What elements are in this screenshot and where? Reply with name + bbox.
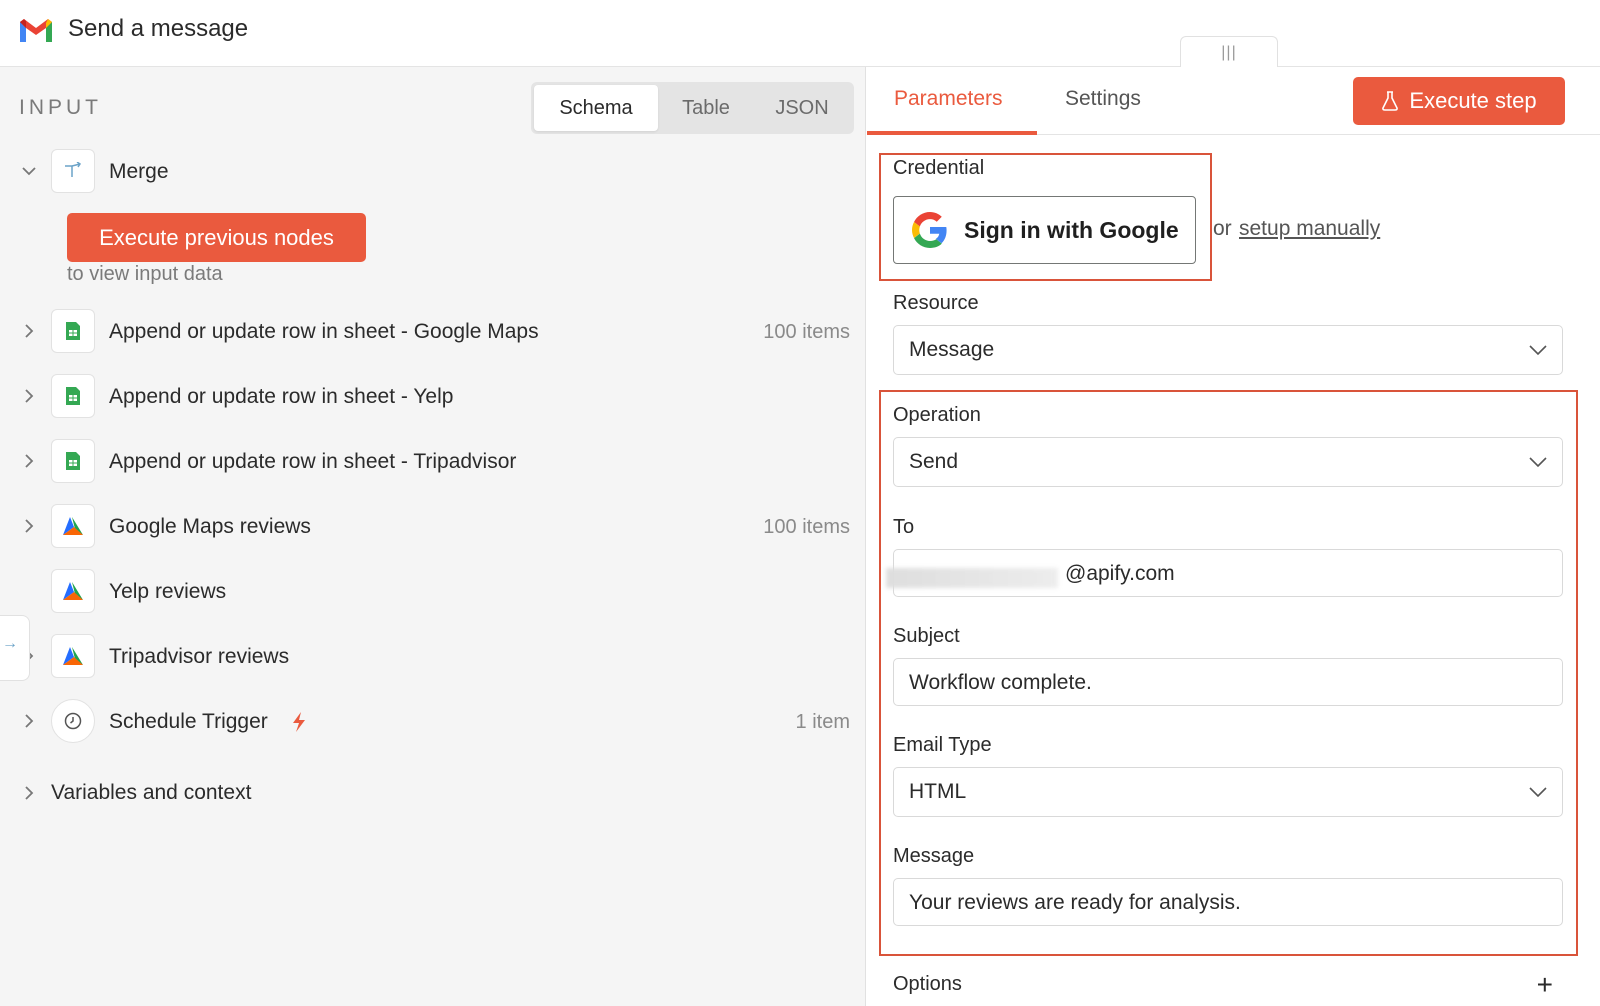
chevron-down-icon[interactable]	[18, 159, 40, 183]
lightning-icon	[293, 712, 305, 732]
node-label: Append or update row in sheet - Google M…	[109, 320, 539, 343]
chevron-right-icon[interactable]	[18, 514, 40, 538]
to-value: @apify.com	[1065, 562, 1175, 585]
operation-value: Send	[909, 450, 959, 473]
email-type-value: HTML	[909, 780, 967, 803]
execute-step-label: Execute step	[1409, 88, 1537, 113]
node-label: Merge	[109, 160, 169, 183]
credential-label: Credential	[893, 157, 985, 179]
to-input[interactable]: @apify.com	[886, 549, 1563, 597]
subject-label: Subject	[893, 625, 960, 647]
email-type-select[interactable]: HTML	[893, 767, 1563, 817]
node-label: Yelp reviews	[109, 580, 227, 603]
tab-parameters[interactable]: Parameters	[894, 87, 1003, 135]
resource-value: Message	[909, 338, 995, 361]
apify-icon	[51, 634, 95, 678]
add-option-icon[interactable]: +	[1537, 969, 1553, 1001]
node-label: Schedule Trigger	[109, 710, 268, 733]
node-row[interactable]: Google Maps reviews 100 items	[0, 504, 866, 550]
chevron-right-icon[interactable]	[18, 781, 40, 805]
node-label: Append or update row in sheet - Yelp	[109, 385, 454, 408]
clock-icon	[51, 699, 95, 743]
to-label: To	[893, 516, 915, 538]
view-option-json[interactable]: JSON	[754, 85, 850, 131]
node-row[interactable]: Yelp reviews	[0, 569, 866, 615]
sheets-icon	[51, 439, 95, 483]
google-icon	[912, 212, 947, 248]
message-input[interactable]: Your reviews are ready for analysis.	[893, 878, 1563, 926]
panel-drag-handle[interactable]: |||	[1180, 36, 1278, 68]
message-label: Message	[893, 845, 975, 867]
chevron-right-icon[interactable]	[18, 384, 40, 408]
node-item-count: 100 items	[763, 321, 850, 343]
flask-icon	[1382, 91, 1399, 111]
node-row[interactable]: Append or update row in sheet - Tripadvi…	[0, 439, 866, 485]
operation-select[interactable]: Send	[893, 437, 1563, 487]
or-text: or	[1213, 217, 1232, 240]
node-item-count: 100 items	[763, 516, 850, 538]
node-label: Tripadvisor reviews	[109, 645, 290, 668]
node-row[interactable]: Tripadvisor reviews	[0, 634, 866, 680]
input-panel: INPUT Schema Table JSON Merge Execute pr…	[0, 67, 866, 1006]
page-title: Send a message	[68, 15, 249, 42]
merge-icon	[51, 149, 95, 193]
resource-label: Resource	[893, 292, 979, 314]
view-option-schema[interactable]: Schema	[534, 85, 658, 131]
email-type-label: Email Type	[893, 734, 992, 756]
node-label: Google Maps reviews	[109, 515, 311, 538]
sign-in-with-google-button[interactable]: Sign in with Google	[893, 196, 1196, 264]
node-row-merge[interactable]: Merge	[0, 149, 866, 195]
resource-select[interactable]: Message	[893, 325, 1563, 375]
execute-previous-hint: to view input data	[67, 263, 223, 285]
sheets-icon	[51, 309, 95, 353]
google-button-label: Sign in with Google	[964, 216, 1179, 243]
apify-icon	[51, 569, 95, 613]
sheets-icon	[51, 374, 95, 418]
node-row[interactable]: Append or update row in sheet - Yelp	[0, 374, 866, 420]
arrow-right-icon: →	[2, 635, 18, 652]
tab-settings[interactable]: Settings	[1065, 87, 1141, 135]
chevron-right-icon[interactable]	[18, 319, 40, 343]
view-toggle: Schema Table JSON	[531, 82, 854, 134]
chevron-down-icon	[1529, 345, 1547, 356]
variables-and-context-row[interactable]: Variables and context	[0, 773, 866, 813]
tabs-bar: Parameters Settings Execute step	[867, 67, 1600, 135]
node-item-count: 1 item	[795, 711, 850, 733]
chevron-down-icon	[1529, 787, 1547, 798]
execute-previous-nodes-button[interactable]: Execute previous nodes	[67, 213, 366, 262]
chevron-down-icon	[1529, 457, 1547, 468]
apify-icon	[51, 504, 95, 548]
parameters-panel: Parameters Settings Execute step Credent…	[867, 67, 1600, 1006]
side-collapse-tab[interactable]: →	[0, 615, 30, 681]
options-row[interactable]: Options +	[893, 969, 1563, 1001]
node-row[interactable]: Schedule Trigger 1 item	[0, 699, 866, 745]
node-row[interactable]: Append or update row in sheet - Google M…	[0, 309, 866, 355]
header: Send a message |||	[0, 0, 1600, 68]
input-panel-title: INPUT	[19, 96, 102, 119]
chevron-right-icon[interactable]	[18, 449, 40, 473]
redacted-email-mask	[886, 568, 1058, 588]
subject-value: Workflow complete.	[909, 671, 1092, 694]
operation-label: Operation	[893, 404, 981, 426]
node-label: Append or update row in sheet - Tripadvi…	[109, 450, 517, 473]
options-label: Options	[893, 973, 962, 995]
active-tab-indicator	[867, 131, 1037, 135]
setup-manually-link[interactable]: setup manually	[1239, 217, 1380, 241]
gmail-icon	[20, 19, 52, 42]
execute-step-button[interactable]: Execute step	[1353, 77, 1565, 125]
chevron-right-icon[interactable]	[18, 709, 40, 733]
message-value: Your reviews are ready for analysis.	[909, 891, 1241, 914]
view-option-table[interactable]: Table	[658, 85, 754, 131]
variables-label: Variables and context	[51, 781, 252, 804]
subject-input[interactable]: Workflow complete.	[893, 658, 1563, 706]
